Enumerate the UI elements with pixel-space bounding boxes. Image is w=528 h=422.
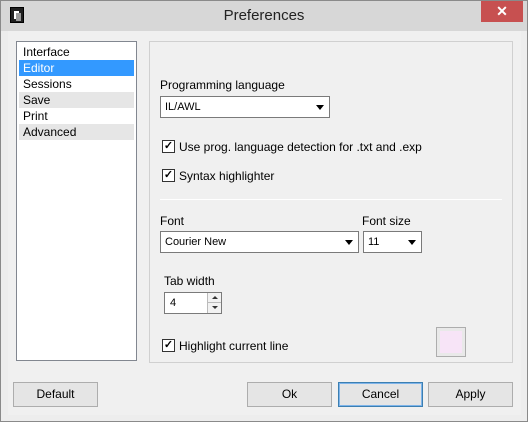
window-title: Preferences (223, 7, 305, 24)
section-divider (160, 199, 502, 200)
category-item-sessions[interactable]: Sessions (19, 76, 134, 92)
dialog-body: Interface Editor Sessions Save Print Adv… (8, 31, 521, 415)
category-item-advanced[interactable]: Advanced (19, 124, 134, 140)
chevron-down-icon[interactable] (404, 232, 421, 252)
highlight-line-checkbox[interactable]: ✓ (162, 339, 175, 352)
stepper-up-icon[interactable] (207, 293, 221, 303)
preferences-window: Preferences ✕ Interface Editor Sessions … (0, 0, 528, 422)
language-select-value: IL/AWL (165, 101, 201, 113)
language-label: Programming language (160, 78, 285, 92)
chevron-down-icon[interactable] (312, 97, 329, 117)
category-list[interactable]: Interface Editor Sessions Save Print Adv… (16, 41, 137, 361)
category-item-interface[interactable]: Interface (19, 44, 134, 60)
default-button[interactable]: Default (13, 382, 98, 407)
tab-width-stepper[interactable]: 4 (164, 292, 222, 314)
apply-button[interactable]: Apply (428, 382, 513, 407)
highlight-line-label[interactable]: Highlight current line (179, 339, 288, 353)
close-button[interactable]: ✕ (481, 1, 523, 22)
autodetect-label[interactable]: Use prog. language detection for .txt an… (179, 140, 422, 154)
category-item-save[interactable]: Save (19, 92, 134, 108)
syntax-highlighter-label[interactable]: Syntax highlighter (179, 169, 274, 183)
tab-width-label: Tab width (164, 274, 215, 288)
font-size-select[interactable]: 11 (363, 231, 422, 253)
category-item-editor[interactable]: Editor (19, 60, 134, 76)
title-bar[interactable]: Preferences ✕ (1, 1, 527, 31)
chevron-down-icon[interactable] (341, 232, 358, 252)
autodetect-checkbox[interactable]: ✓ (162, 140, 175, 153)
font-label: Font (160, 214, 185, 228)
language-select[interactable]: IL/AWL (160, 96, 330, 118)
font-size-label: Font size (362, 214, 411, 228)
font-select-value: Courier New (165, 236, 227, 248)
category-item-print[interactable]: Print (19, 108, 134, 124)
highlight-color-button[interactable] (436, 327, 466, 357)
ok-button[interactable]: Ok (247, 382, 332, 407)
highlight-color-swatch (440, 331, 462, 353)
font-size-select-value: 11 (368, 236, 380, 248)
close-icon: ✕ (496, 3, 508, 19)
cancel-button[interactable]: Cancel (338, 382, 423, 407)
font-select[interactable]: Courier New (160, 231, 359, 253)
syntax-highlighter-checkbox[interactable]: ✓ (162, 169, 175, 182)
checkmark-icon: ✓ (163, 140, 174, 152)
stepper-down-icon[interactable] (207, 303, 221, 313)
editor-settings-panel: Programming language IL/AWL ✓ Use prog. … (149, 41, 513, 363)
checkmark-icon: ✓ (163, 169, 174, 181)
checkmark-icon: ✓ (163, 339, 174, 351)
tab-width-value[interactable]: 4 (170, 297, 176, 309)
